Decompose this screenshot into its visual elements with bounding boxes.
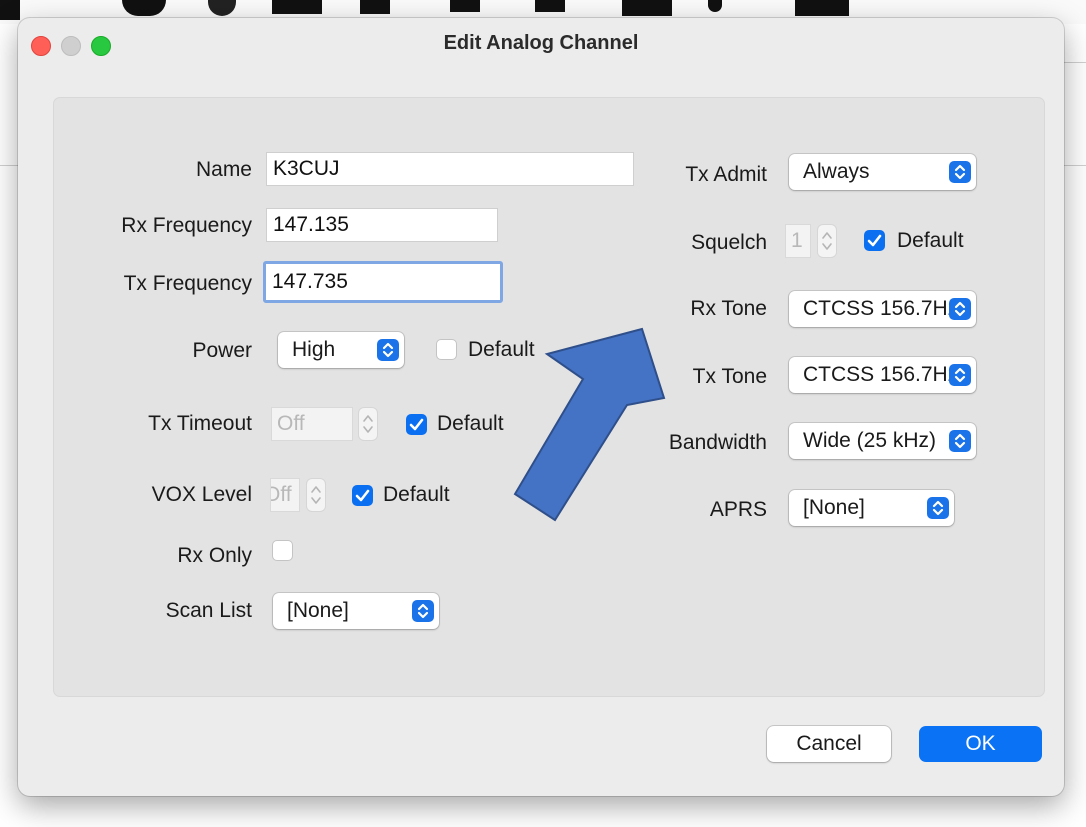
annotation-arrow [513,327,666,522]
arrow-shape [513,327,666,522]
